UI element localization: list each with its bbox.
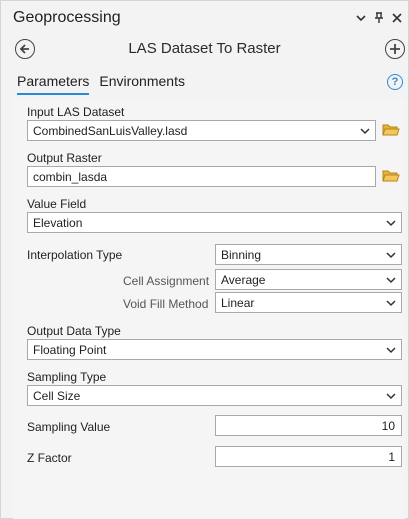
cell-assignment-label: Cell Assignment [123,274,210,288]
tab-environments[interactable]: Environments [99,73,185,95]
folder-icon[interactable] [382,123,400,137]
sampling-value-value: 10 [381,419,395,433]
geoprocessing-pane: Geoprocessing LAS Dataset To Raster Para… [0,0,409,519]
chevron-down-icon [386,347,396,354]
close-icon[interactable] [390,11,404,25]
chevron-down-icon [386,300,396,307]
chevron-down-icon [386,393,396,400]
tab-parameters[interactable]: Parameters [17,73,90,95]
output-data-type-dropdown[interactable]: Floating Point [27,339,402,360]
sampling-value-label: Sampling Value [27,420,111,434]
parameters-panel: Input LAS Dataset CombinedSanLuisValley.… [13,99,405,519]
sampling-type-label: Sampling Type [27,370,107,384]
chevron-down-icon [386,277,396,284]
folder-icon[interactable] [382,169,400,183]
void-fill-dropdown[interactable]: Linear [215,292,402,313]
tab-bar: Parameters Environments [17,73,185,95]
help-icon[interactable]: ? [387,74,403,90]
sampling-type-value: Cell Size [33,389,81,403]
cell-assignment-dropdown[interactable]: Average [215,269,402,290]
void-fill-value: Linear [221,296,255,310]
z-factor-input[interactable]: 1 [215,446,402,467]
chevron-down-icon [386,252,396,259]
sampling-value-input[interactable]: 10 [215,415,402,436]
interpolation-type-dropdown[interactable]: Binning [215,244,402,265]
tool-header: LAS Dataset To Raster [1,35,408,63]
sampling-type-dropdown[interactable]: Cell Size [27,385,402,406]
value-field-value: Elevation [33,216,83,230]
add-button[interactable] [385,39,405,59]
chevron-down-icon [386,220,396,227]
add-icon [390,44,400,54]
void-fill-label: Void Fill Method [123,297,209,311]
cell-assignment-value: Average [221,273,266,287]
input-las-dropdown[interactable]: CombinedSanLuisValley.lasd [27,120,376,141]
pin-icon[interactable] [372,11,386,25]
output-raster-input[interactable]: combin_lasda [27,166,376,187]
output-data-type-label: Output Data Type [27,324,121,338]
output-raster-value: combin_lasda [33,170,108,184]
interpolation-type-value: Binning [221,248,262,262]
interpolation-type-label: Interpolation Type [27,248,123,262]
input-las-label: Input LAS Dataset [27,105,125,119]
chevron-down-icon [360,128,370,135]
value-field-dropdown[interactable]: Elevation [27,212,402,233]
output-raster-label: Output Raster [27,151,102,165]
pane-titlebar: Geoprocessing [1,1,408,33]
input-las-value: CombinedSanLuisValley.lasd [33,124,188,138]
z-factor-label: Z Factor [27,451,72,465]
z-factor-value: 1 [388,450,395,464]
tool-title: LAS Dataset To Raster [128,40,281,57]
output-data-type-value: Floating Point [33,343,107,357]
value-field-label: Value Field [27,197,87,211]
pane-title: Geoprocessing [13,9,121,26]
pane-options-chevron-icon[interactable] [354,11,368,25]
